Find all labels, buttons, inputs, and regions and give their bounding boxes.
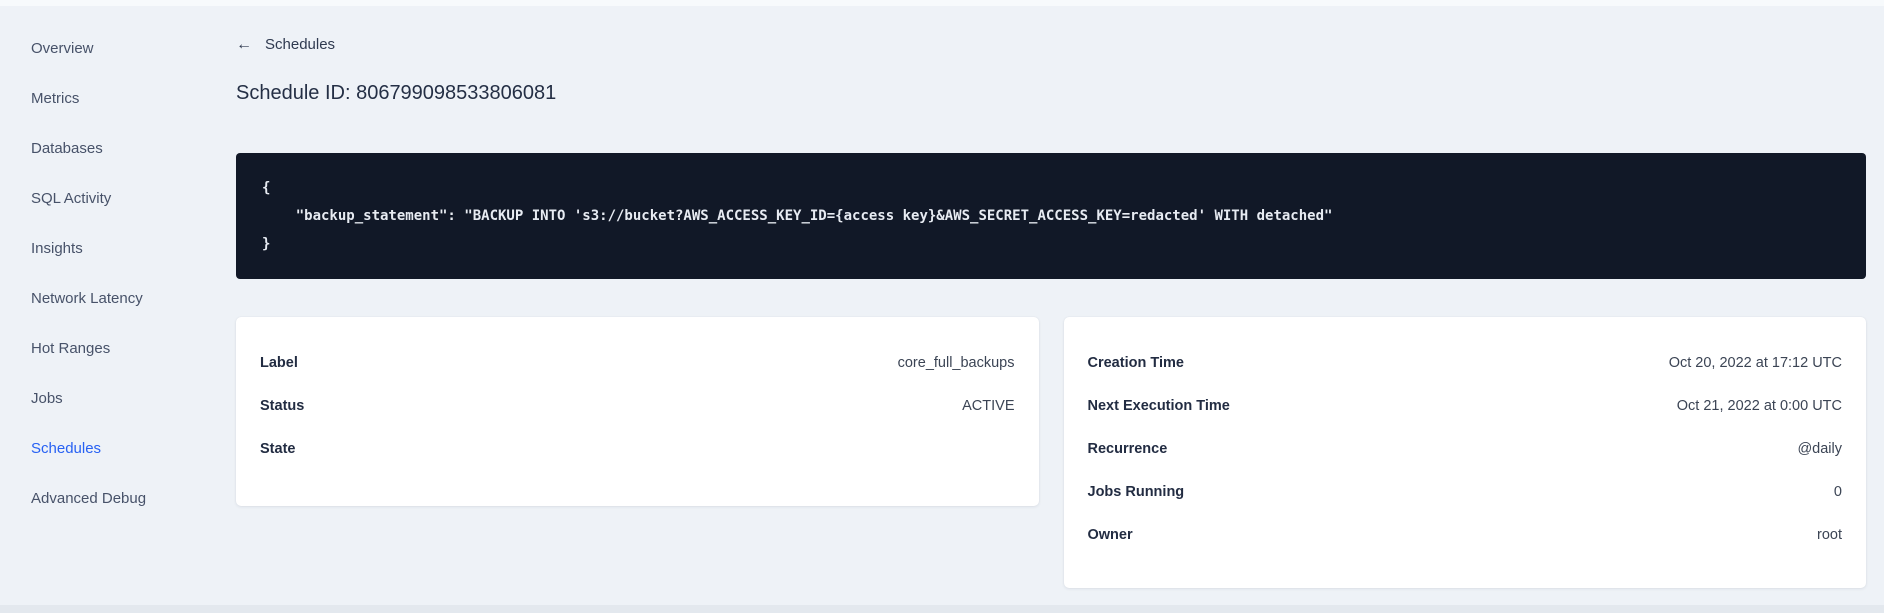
schedule-timing-card: Creation Time Oct 20, 2022 at 17:12 UTC … (1063, 317, 1866, 588)
detail-row-jobs-running: Jobs Running 0 (1088, 470, 1843, 513)
sidebar-item-insights[interactable]: Insights (0, 223, 236, 273)
back-arrow-icon: ← (236, 36, 252, 53)
sidebar-item-sql-activity[interactable]: SQL Activity (0, 173, 236, 223)
sidebar-item-metrics[interactable]: Metrics (0, 73, 236, 123)
schedule-definition-code-block: { "backup_statement": "BACKUP INTO 's3:/… (236, 153, 1866, 279)
sidebar-item-network-latency[interactable]: Network Latency (0, 273, 236, 323)
sidebar-item-hot-ranges[interactable]: Hot Ranges (0, 323, 236, 373)
sidebar: Overview Metrics Databases SQL Activity … (0, 0, 236, 613)
row-value: Oct 20, 2022 at 17:12 UTC (1668, 354, 1842, 371)
sidebar-item-advanced-debug[interactable]: Advanced Debug (0, 473, 236, 523)
detail-cards-row: Label core_full_backups Status ACTIVE St… (236, 317, 1866, 588)
row-label: State (260, 440, 296, 457)
detail-row-recurrence: Recurrence @daily (1088, 427, 1843, 470)
detail-row-next-execution-time: Next Execution Time Oct 21, 2022 at 0:00… (1088, 384, 1843, 427)
detail-row-state: State (260, 427, 1015, 470)
page-title: Schedule ID: 806799098533806081 (236, 82, 557, 104)
row-label: Owner (1087, 526, 1133, 543)
row-value: @daily (1797, 440, 1842, 457)
detail-row-label: Label core_full_backups (260, 341, 1015, 384)
row-value: 0 (1833, 483, 1842, 500)
row-value: Oct 21, 2022 at 0:00 UTC (1676, 397, 1842, 414)
detail-row-status: Status ACTIVE (260, 384, 1015, 427)
sidebar-item-schedules[interactable]: Schedules (0, 423, 236, 473)
row-value: core_full_backups (897, 354, 1015, 371)
detail-row-owner: Owner root (1088, 513, 1843, 556)
row-label: Label (260, 354, 298, 371)
schedule-label-card: Label core_full_backups Status ACTIVE St… (236, 317, 1039, 506)
detail-row-creation-time: Creation Time Oct 20, 2022 at 17:12 UTC (1088, 341, 1843, 384)
schedule-details-page: ← Schedules Schedule ID: 806799098533806… (236, 0, 1866, 588)
sidebar-item-overview[interactable]: Overview (0, 23, 236, 73)
row-label: Creation Time (1087, 354, 1184, 371)
row-label: Jobs Running (1087, 483, 1185, 500)
row-label: Next Execution Time (1087, 397, 1230, 414)
row-value: root (1817, 526, 1842, 543)
back-to-schedules-link[interactable]: ← Schedules (236, 37, 335, 53)
back-link-label: Schedules (265, 36, 336, 53)
bottom-edge-strip (0, 605, 1884, 613)
sidebar-item-jobs[interactable]: Jobs (0, 373, 236, 423)
row-value: ACTIVE (962, 397, 1015, 414)
row-label: Status (260, 397, 305, 414)
sidebar-item-databases[interactable]: Databases (0, 123, 236, 173)
row-label: Recurrence (1087, 440, 1168, 457)
